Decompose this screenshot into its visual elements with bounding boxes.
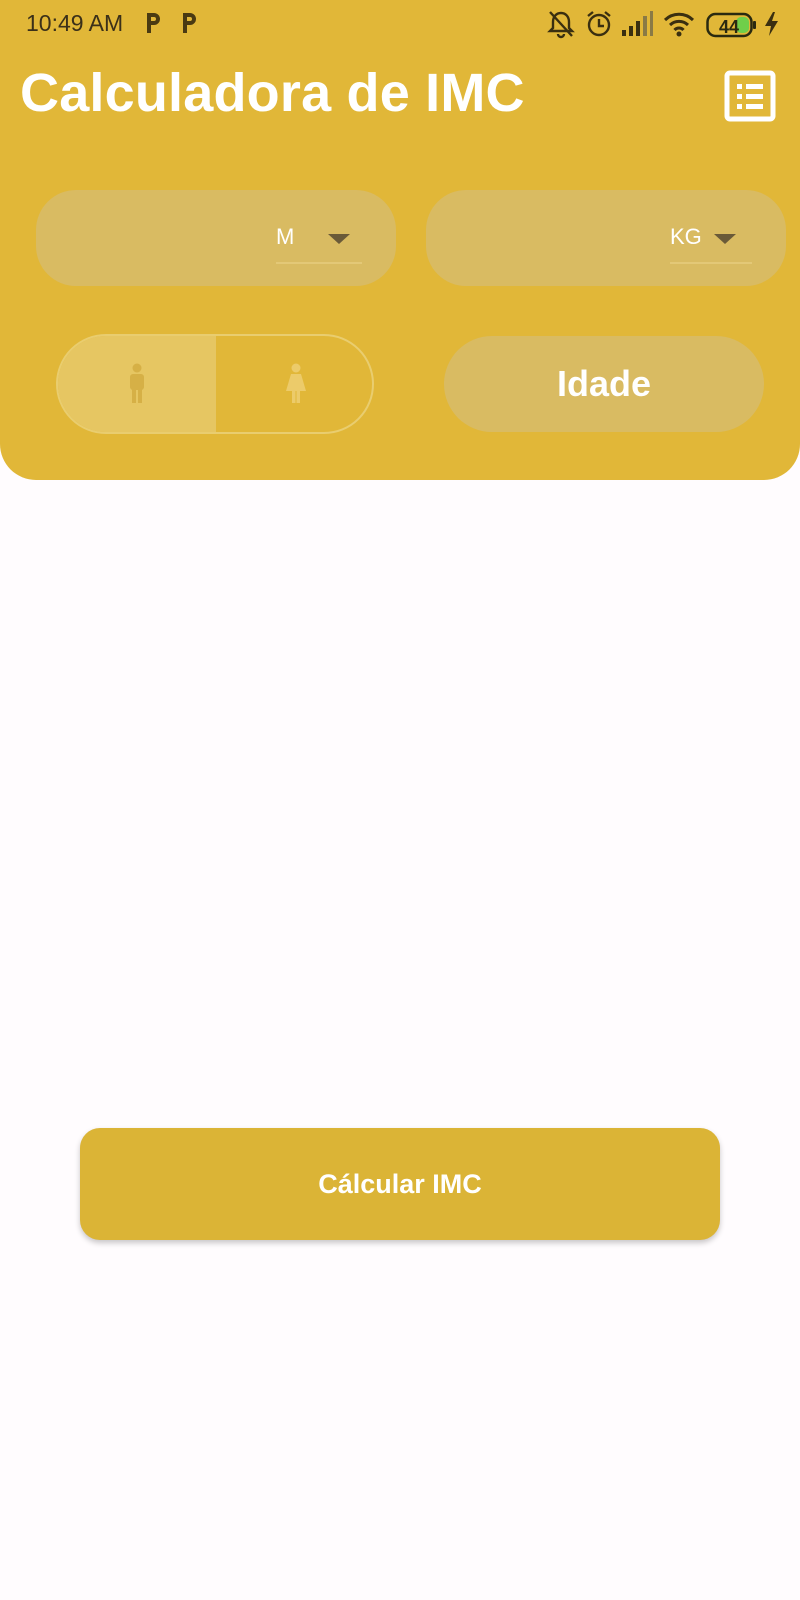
history-button[interactable] — [724, 70, 776, 122]
list-icon — [724, 70, 776, 122]
p-app-icon — [147, 13, 160, 33]
gender-female-option[interactable] — [216, 336, 372, 432]
height-unit-select[interactable]: M — [276, 224, 294, 250]
battery-level: 44 — [718, 17, 740, 37]
age-button[interactable]: Idade — [444, 336, 764, 432]
weight-field[interactable]: KG — [426, 190, 786, 286]
page-title: Calculadora de IMC — [20, 63, 525, 123]
status-time: 10:49 AM — [26, 10, 124, 36]
bell-muted-icon — [547, 11, 575, 39]
signal-icon — [622, 11, 653, 36]
height-unit-underline — [276, 262, 362, 264]
status-bar: 10:49 AM 44 — [0, 0, 800, 48]
gender-male-option[interactable] — [58, 336, 216, 432]
calculate-bmi-button[interactable]: Cálcular IMC — [80, 1128, 720, 1240]
p-app-icon — [183, 13, 196, 33]
female-icon — [286, 363, 306, 403]
alarm-icon — [587, 11, 611, 37]
weight-unit-select[interactable]: KG — [670, 224, 702, 250]
battery-icon: 44 — [706, 12, 758, 38]
chevron-down-icon[interactable] — [714, 234, 736, 244]
weight-unit-underline — [670, 262, 752, 264]
male-icon — [130, 363, 144, 403]
gender-toggle[interactable] — [56, 334, 374, 434]
chevron-down-icon[interactable] — [328, 234, 350, 244]
wifi-icon — [663, 12, 695, 37]
height-field[interactable]: M — [36, 190, 396, 286]
app-header: 10:49 AM 44 Calculadora de IMC M KG Idad… — [0, 0, 800, 480]
charging-bolt-icon — [765, 12, 778, 36]
